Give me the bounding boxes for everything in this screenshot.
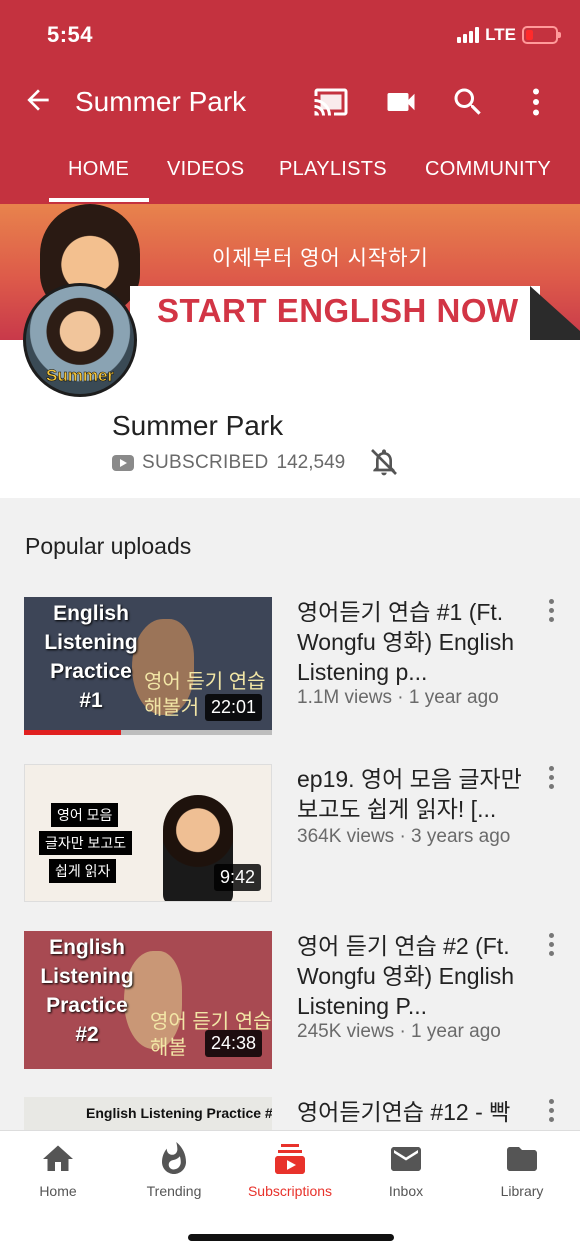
- video-item[interactable]: English Listening Practice #2 영어 듣기 연습 해…: [24, 931, 556, 1071]
- tab-videos[interactable]: VIDEOS: [167, 158, 244, 181]
- nav-home[interactable]: Home: [0, 1141, 116, 1199]
- more-vert-icon[interactable]: [518, 84, 554, 120]
- status-time: 5:54: [47, 22, 94, 47]
- video-title[interactable]: 영어 듣기 연습 #2 (Ft. Wongfu 영화) English List…: [297, 931, 525, 1021]
- inbox-icon: [391, 1147, 421, 1171]
- avatar-text: Summer: [45, 366, 115, 386]
- video-item[interactable]: English Listening Practice #1 영어 듣기 연습 해…: [24, 597, 556, 737]
- subscribed-button[interactable]: SUBSCRIBED: [142, 452, 269, 474]
- thumbnail-label: 쉽게 읽자: [49, 859, 117, 883]
- channel-header: 5:54 LTE Summer Park HOME VIDEOS PLAYLIS…: [0, 0, 580, 204]
- banner-strip-corner: [530, 286, 580, 340]
- more-vert-icon[interactable]: [546, 1099, 556, 1125]
- subscription-row: SUBSCRIBED 142,549: [112, 452, 345, 474]
- trending-icon: [162, 1142, 186, 1174]
- subscriber-count: 142,549: [276, 452, 346, 473]
- video-duration: 9:42: [213, 864, 261, 891]
- tab-playlists[interactable]: PLAYLISTS: [279, 158, 387, 181]
- home-icon: [43, 1145, 73, 1171]
- page-title: Summer Park: [75, 86, 247, 117]
- nav-label: Inbox: [388, 1183, 424, 1199]
- status-bar: 5:54 LTE: [0, 0, 580, 70]
- app-bar: Summer Park: [0, 70, 580, 134]
- video-title[interactable]: 영어듣기 연습 #1 (Ft. Wongfu 영화) English Liste…: [297, 597, 525, 687]
- banner-subtitle: 이제부터 영어 시작하기: [212, 247, 429, 270]
- back-arrow-icon[interactable]: [22, 84, 54, 116]
- section-title: Popular uploads: [25, 533, 192, 559]
- thumbnail-label: 글자만 보고도: [39, 831, 133, 855]
- channel-name: Summer Park: [112, 410, 284, 441]
- video-thumbnail[interactable]: English Listening Practice #2 영어 듣기 연습 해…: [24, 931, 272, 1069]
- subscriptions-icon: [275, 1144, 305, 1174]
- video-meta: 364K views · 3 years ago: [297, 826, 511, 847]
- youtube-logo-icon: [112, 455, 134, 471]
- thumbnail-label: 영어 모음: [51, 803, 119, 827]
- video-title[interactable]: ep19. 영어 모음 글자만 보고도 쉽게 읽자! [...: [297, 764, 525, 824]
- video-thumbnail[interactable]: 영어 모음 글자만 보고도 쉽게 읽자 9:42: [24, 764, 272, 902]
- watch-progress: [24, 730, 272, 735]
- cast-icon[interactable]: [313, 84, 349, 120]
- tab-home[interactable]: HOME: [68, 158, 129, 181]
- status-indicators: LTE: [457, 25, 561, 45]
- nav-trending[interactable]: Trending: [116, 1141, 232, 1199]
- battery-icon: [522, 26, 561, 44]
- video-item[interactable]: 영어 모음 글자만 보고도 쉽게 읽자 9:42 ep19. 영어 모음 글자만…: [24, 764, 556, 904]
- nav-label: Subscriptions: [247, 1183, 333, 1199]
- thumbnail-text: English Listening Practice #1: [44, 602, 138, 712]
- thumbnail-text: English Listening Practice #2: [40, 936, 134, 1046]
- more-vert-icon[interactable]: [546, 766, 556, 792]
- more-vert-icon[interactable]: [546, 599, 556, 625]
- channel-tabs: HOME VIDEOS PLAYLISTS COMMUNITY: [0, 148, 580, 204]
- network-label: LTE: [485, 25, 516, 44]
- thumbnail-text: English Listening Practice #12: [86, 1105, 272, 1121]
- more-vert-icon[interactable]: [546, 933, 556, 959]
- nav-subscriptions[interactable]: Subscriptions: [232, 1141, 348, 1199]
- banner-headline: START ENGLISH NOW: [157, 292, 519, 329]
- nav-inbox[interactable]: Inbox: [348, 1141, 464, 1199]
- nav-label: Trending: [146, 1183, 202, 1199]
- video-meta: 1.1M views · 1 year ago: [297, 687, 499, 708]
- video-thumbnail[interactable]: English Listening Practice #1 영어 듣기 연습 해…: [24, 597, 272, 735]
- video-camera-icon[interactable]: [383, 84, 419, 120]
- search-icon[interactable]: [450, 84, 486, 120]
- video-duration: 24:38: [204, 1030, 262, 1057]
- video-title[interactable]: 영어듣기연습 #12 - 빡: [297, 1097, 537, 1127]
- video-duration: 22:01: [204, 694, 262, 721]
- channel-avatar[interactable]: Summer: [23, 283, 137, 397]
- nav-label: Home: [39, 1183, 77, 1199]
- nav-label: Library: [500, 1183, 544, 1199]
- video-meta: 245K views · 1 year ago: [297, 1021, 501, 1042]
- nav-library[interactable]: Library: [464, 1141, 580, 1199]
- active-tab-indicator: [49, 198, 149, 202]
- signal-icon: [457, 27, 480, 43]
- home-indicator[interactable]: [188, 1234, 394, 1241]
- tab-community[interactable]: COMMUNITY: [425, 158, 551, 181]
- library-icon: [507, 1147, 537, 1171]
- notification-bell-off-icon[interactable]: [368, 446, 400, 478]
